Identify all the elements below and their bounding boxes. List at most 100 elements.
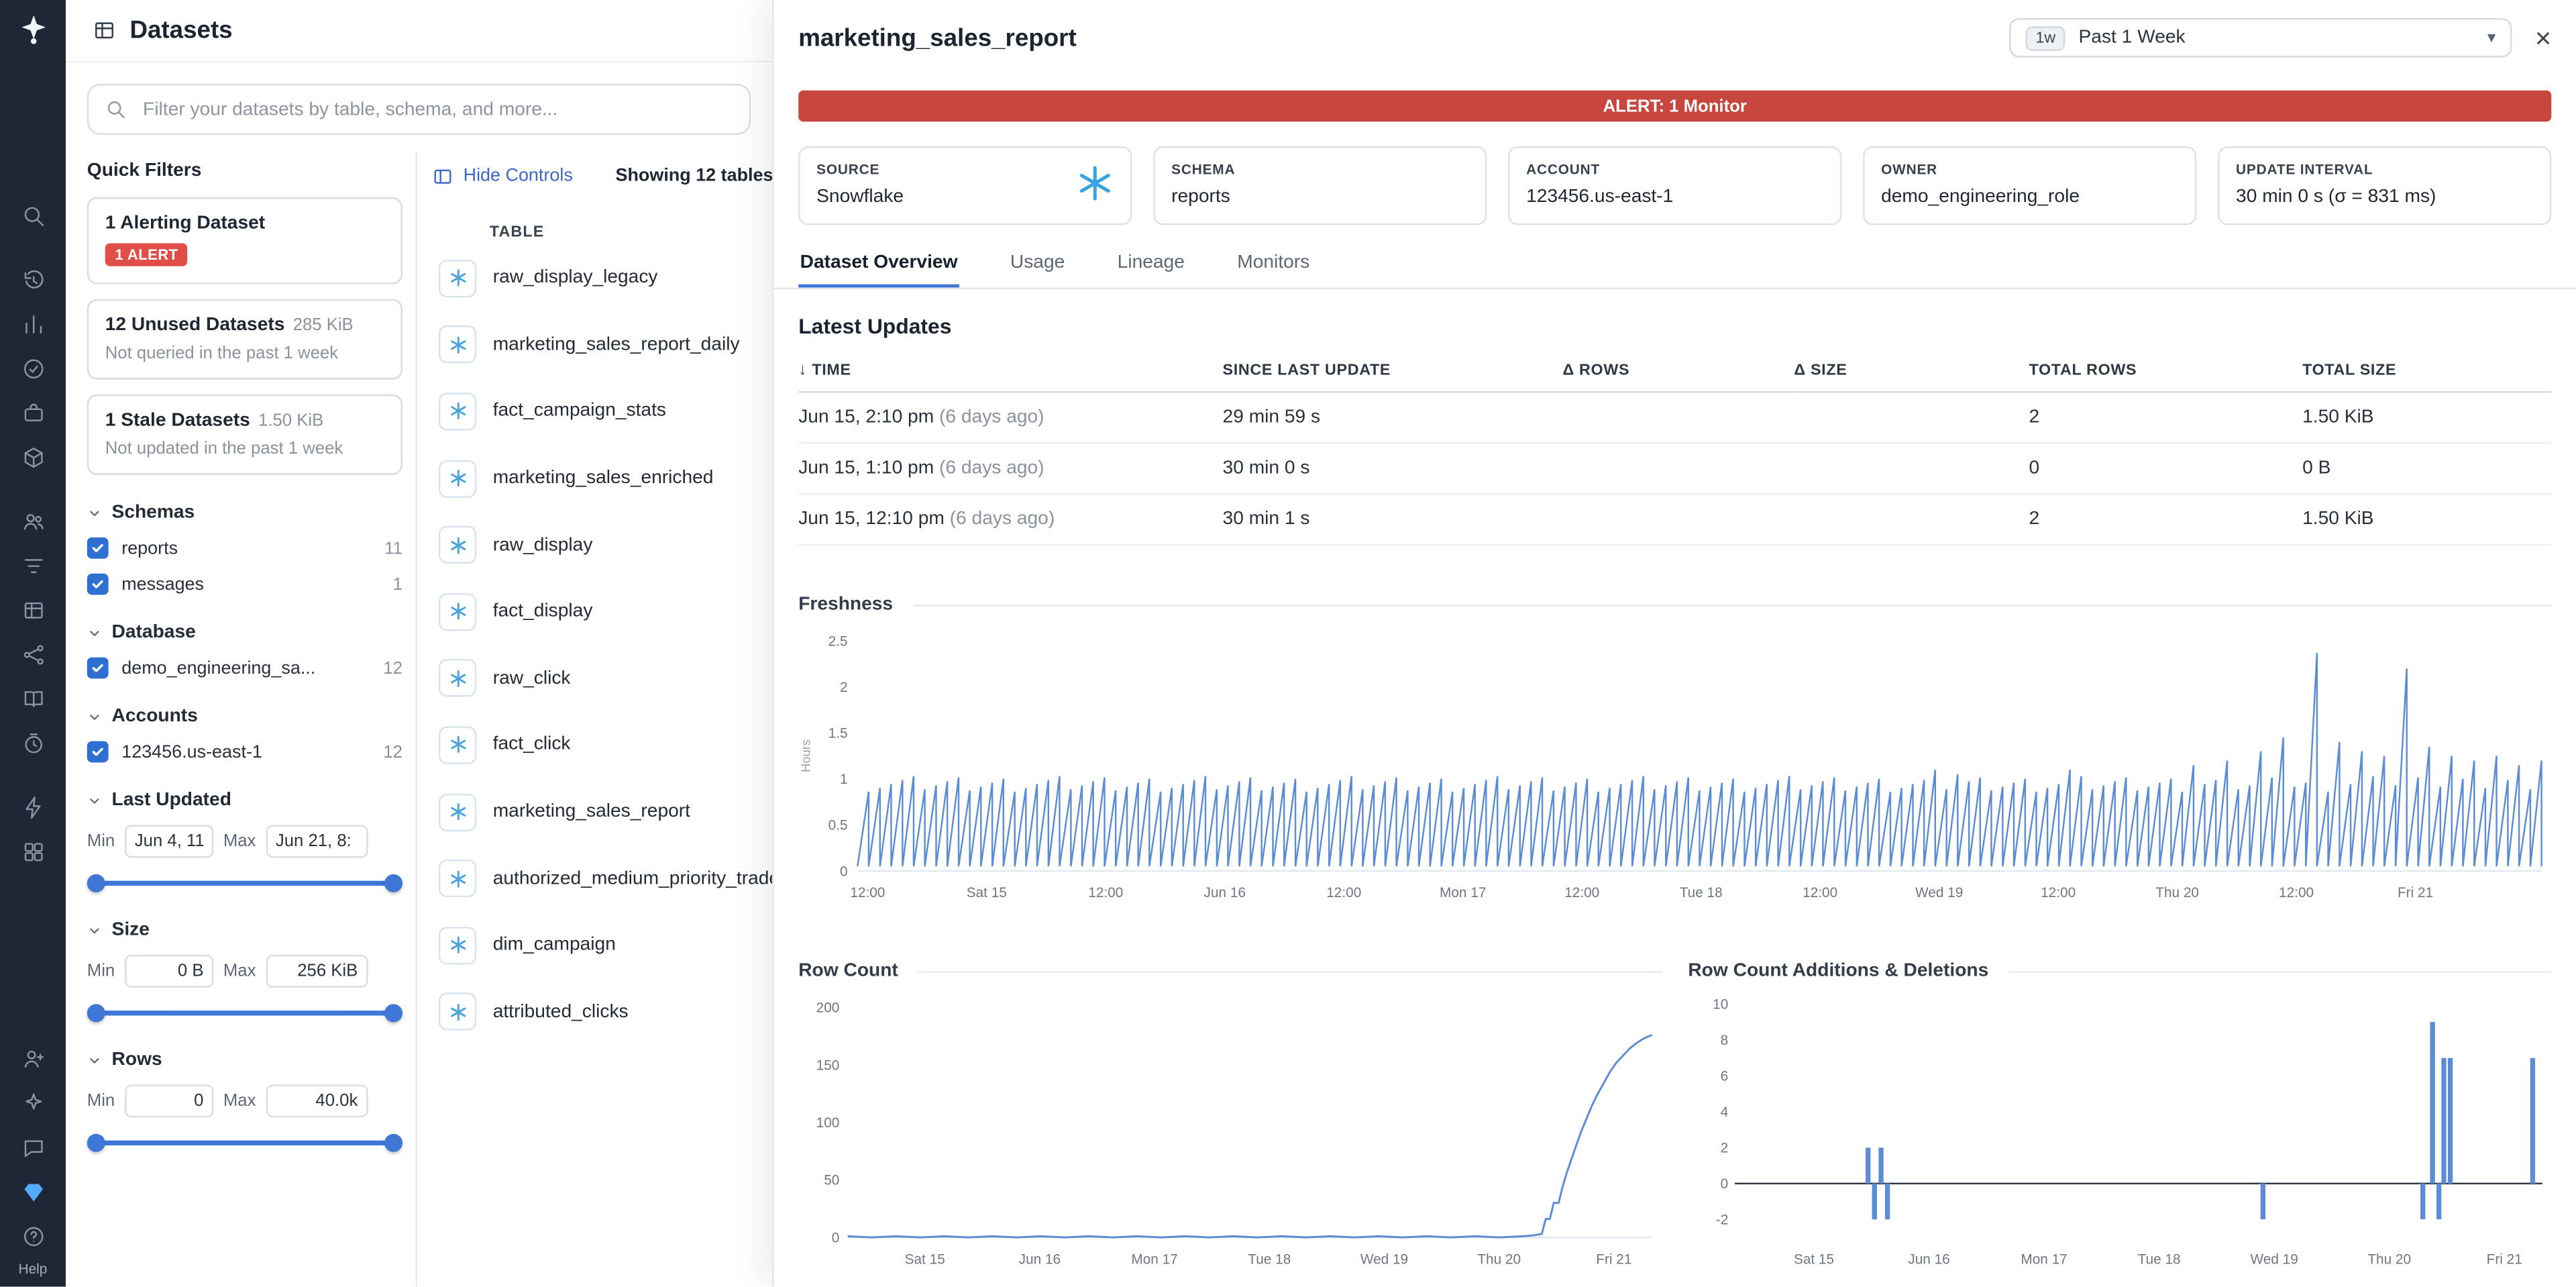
showing-count: Showing 12 tables (615, 166, 773, 186)
sidebar-item-invite[interactable] (11, 1037, 55, 1081)
snowflake-source-icon (438, 459, 477, 498)
rows-range-slider[interactable] (87, 1132, 403, 1152)
sidebar-item-users[interactable] (11, 499, 55, 544)
quick-filter-card[interactable]: 12 Unused Datasets 285 KiB Not queried in … (87, 299, 403, 380)
last-updated-max-input[interactable] (266, 825, 368, 858)
apps-icon (23, 843, 42, 862)
table-row[interactable]: authorized_medium_priority_trade (432, 845, 772, 912)
size-min-input[interactable] (124, 954, 214, 988)
table-row[interactable]: fact_click (432, 712, 772, 778)
sidebar-item-monitors[interactable] (11, 347, 55, 391)
tables-icon (95, 22, 113, 39)
table-row[interactable]: marketing_sales_report (432, 778, 772, 845)
update-row[interactable]: Jun 15, 12:10 pm (6 days ago) 30 min 1 s 2… (798, 493, 2552, 546)
table-row[interactable]: marketing_sales_enriched (432, 445, 772, 511)
size-max-input[interactable] (266, 954, 368, 988)
table-row[interactable]: attributed_clicks (432, 978, 772, 1045)
svg-text:2.5: 2.5 (828, 633, 848, 649)
tab-lineage[interactable]: Lineage (1116, 240, 1186, 288)
filter-section-header[interactable]: Database (87, 623, 402, 643)
table-row[interactable]: marketing_sales_report_daily (432, 311, 772, 378)
filter-section-header[interactable]: Last Updated (87, 790, 402, 810)
slider-handle-max[interactable] (384, 1133, 403, 1152)
quick-filter-card[interactable]: 1 Stale Datasets 1.50 KiB Not updated in t… (87, 394, 403, 475)
slider-handle-min[interactable] (87, 874, 105, 892)
min-label: Min (87, 1091, 115, 1111)
rows-max-input[interactable] (266, 1084, 368, 1118)
sidebar-item-apps[interactable] (11, 830, 55, 874)
checkbox-checked[interactable] (87, 741, 109, 763)
column-header-4[interactable]: Δ SIZE (1794, 353, 2029, 393)
slider-handle-max[interactable] (384, 874, 403, 892)
filter-section-header[interactable]: Accounts (87, 707, 402, 726)
snowflake-icon (450, 536, 466, 554)
slider-handle-min[interactable] (87, 1133, 105, 1152)
close-panel-button[interactable]: × (2535, 24, 2551, 52)
last-updated-min-input[interactable] (124, 825, 214, 858)
last-updated-range-slider[interactable] (87, 872, 403, 892)
column-header-5[interactable]: TOTAL ROWS (2029, 353, 2303, 393)
filter-section-header[interactable]: Schemas (87, 503, 402, 523)
help-button[interactable] (11, 1215, 55, 1259)
info-card-label: SOURCE (816, 161, 880, 178)
tab-monitors[interactable]: Monitors (1236, 240, 1311, 288)
filter-checkbox-item[interactable]: messages 1 (87, 573, 402, 595)
sidebar-item-assistant[interactable] (11, 1081, 55, 1125)
sidebar-item-lineage[interactable] (11, 633, 55, 677)
filter-section-header[interactable]: Rows (87, 1050, 402, 1070)
sidebar-item-history[interactable] (11, 258, 55, 302)
sidebar-item-datasets[interactable] (11, 1170, 55, 1215)
table-row[interactable]: fact_campaign_stats (432, 378, 772, 445)
tab-dataset-overview[interactable]: Dataset Overview (798, 240, 959, 288)
size-range-slider[interactable] (87, 1002, 403, 1023)
svg-text:Tue 18: Tue 18 (1680, 885, 1723, 900)
update-row[interactable]: Jun 15, 1:10 pm (6 days ago) 30 min 0 s 00… (798, 443, 2552, 495)
table-name: fact_display (492, 601, 593, 622)
snowflake-source-icon (438, 526, 477, 564)
update-row[interactable]: Jun 15, 2:10 pm (6 days ago) 29 min 59 s 2… (798, 392, 2552, 444)
column-header-6[interactable]: TOTAL SIZE (2302, 353, 2552, 393)
svg-text:Jun 16: Jun 16 (1907, 1251, 1949, 1267)
table-row[interactable]: raw_click (432, 645, 772, 711)
sidebar-item-jobs[interactable] (11, 391, 55, 435)
sidebar-item-bar-chart[interactable] (11, 303, 55, 347)
filter-checkbox-item[interactable]: 123456.us-east-1 12 (87, 741, 402, 763)
table-row[interactable]: fact_display (432, 578, 772, 645)
column-header-1[interactable]: ↓ TIME (798, 353, 1223, 393)
filter-section-header[interactable]: Size (87, 920, 402, 940)
slider-fill (97, 880, 393, 886)
table-row[interactable]: raw_display (432, 512, 772, 578)
sidebar-item-catalog[interactable] (11, 435, 55, 480)
alert-banner[interactable]: ALERT: 1 Monitor (798, 90, 2552, 122)
row-count-chart-svg: 0 50 100 150 200 Sat 15 Jun 16 Mon 17 Tue 18 Wed … (816, 1000, 1653, 1267)
filter-checkbox-item[interactable]: reports 11 (87, 537, 402, 559)
svg-text:2: 2 (1719, 1141, 1727, 1156)
tab-usage[interactable]: Usage (1008, 240, 1066, 288)
sidebar-item-docs[interactable] (11, 677, 55, 721)
slider-handle-max[interactable] (384, 1004, 403, 1023)
checkbox-checked[interactable] (87, 573, 109, 595)
sidebar-item-automations[interactable] (11, 786, 55, 830)
time-range-select[interactable]: 1w Past 1 Week ▾ (2009, 17, 2512, 58)
sidebar-item-chat[interactable] (11, 1126, 55, 1170)
slider-handle-min[interactable] (87, 1004, 105, 1023)
filter-checkbox-item[interactable]: demo_engineering_sa... 12 (87, 657, 402, 679)
sidebar-item-search[interactable] (11, 194, 55, 238)
sidebar-item-tables[interactable] (11, 588, 55, 633)
rows-min-input[interactable] (124, 1084, 214, 1118)
quick-filter-desc: Not updated in the past 1 week (105, 438, 343, 459)
update-delta-rows (1562, 392, 1794, 444)
table-row[interactable]: dim_campaign (432, 912, 772, 978)
latest-updates-heading: Latest Updates (798, 313, 952, 339)
sidebar-item-rules[interactable] (11, 544, 55, 588)
column-header-2[interactable]: SINCE LAST UPDATE (1222, 353, 1563, 393)
table-row[interactable]: raw_display_legacy (432, 245, 772, 311)
app-logo[interactable] (13, 10, 53, 50)
hide-controls-button[interactable]: Hide Controls (432, 165, 573, 187)
search-input[interactable] (140, 97, 733, 121)
checkbox-checked[interactable] (87, 537, 109, 559)
sidebar-item-schedules[interactable] (11, 721, 55, 766)
checkbox-checked[interactable] (87, 657, 109, 679)
quick-filter-card[interactable]: 1 Alerting Dataset 1 ALERT (87, 197, 403, 285)
column-header-3[interactable]: Δ ROWS (1562, 353, 1794, 393)
